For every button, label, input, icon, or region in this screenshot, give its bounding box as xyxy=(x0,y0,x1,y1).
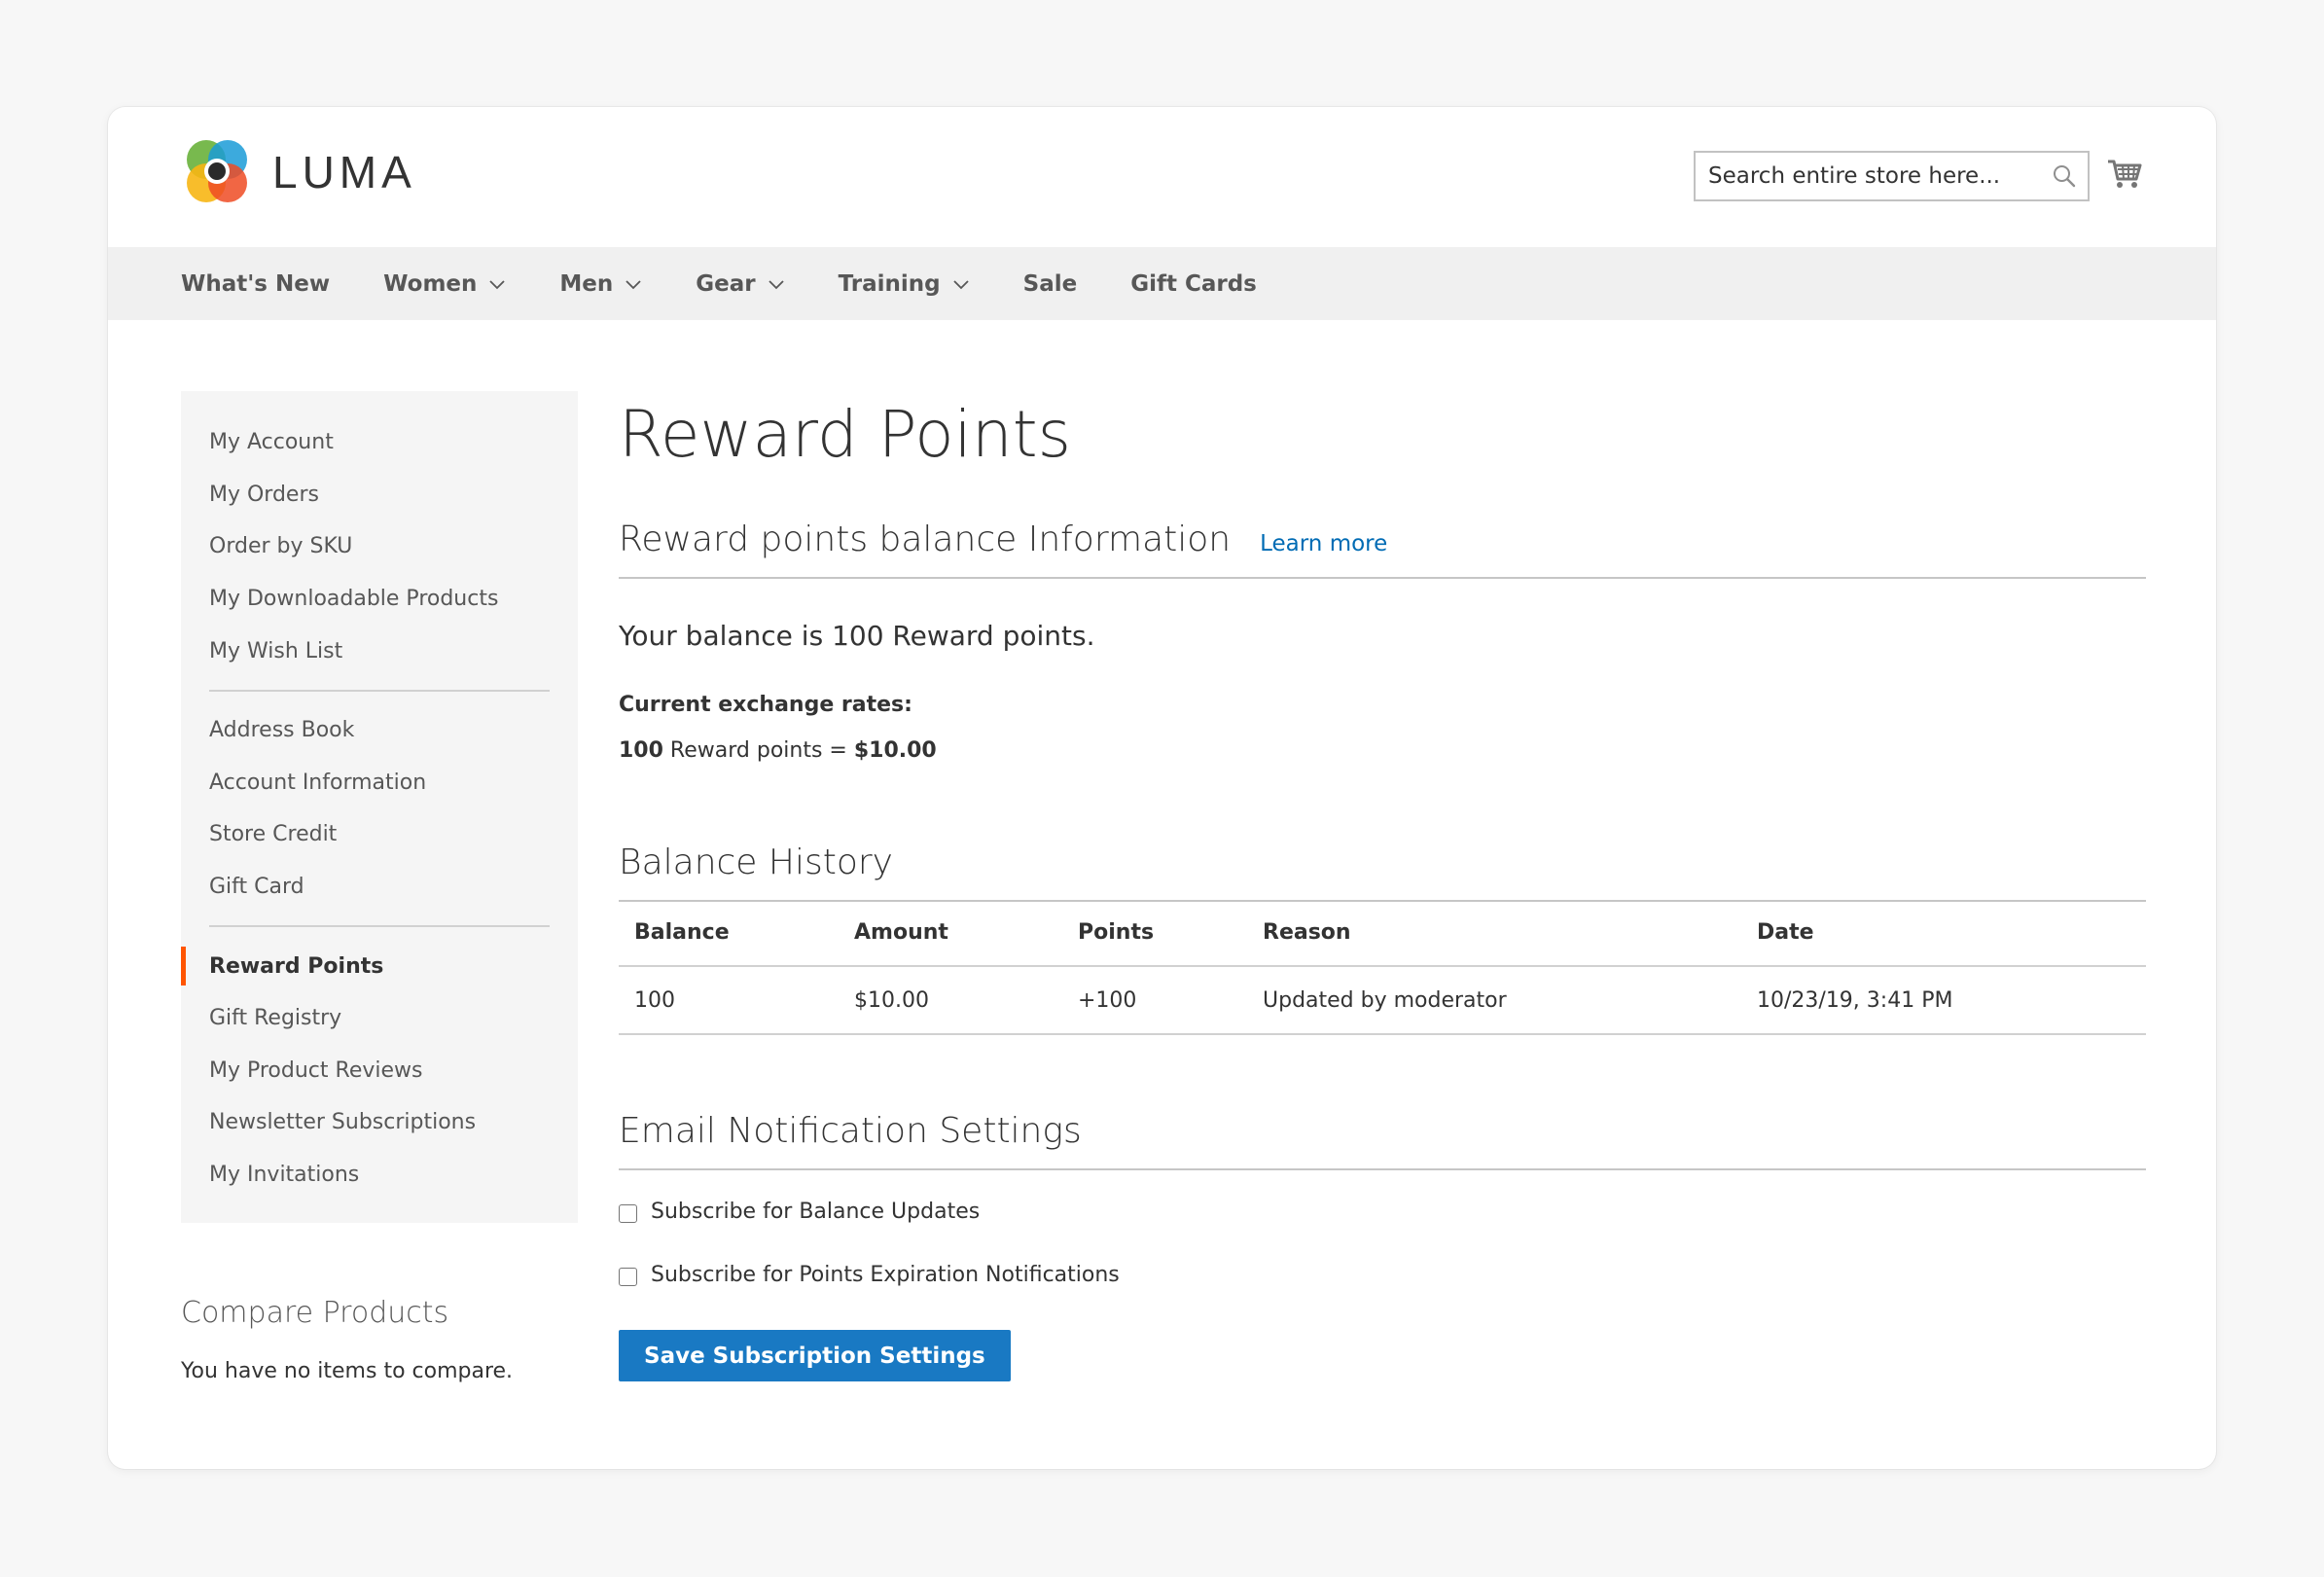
chevron-down-icon xyxy=(626,279,641,289)
balance-text: Your balance is 100 Reward points. xyxy=(619,620,1095,652)
sidebar-item-gift-registry[interactable]: Gift Registry xyxy=(181,992,578,1045)
nav-item-label: Gear xyxy=(696,270,756,297)
search-box xyxy=(1694,151,2090,201)
email-section-header: Email Notification Settings xyxy=(619,1111,2146,1170)
sidebar-item-my-orders[interactable]: My Orders xyxy=(181,469,578,521)
subscribe-checkbox[interactable] xyxy=(619,1268,637,1286)
chevron-down-icon xyxy=(952,279,969,289)
table-body: 100 $10.00 +100 Updated by moderator 10/23/1… xyxy=(619,966,2146,1035)
main-navigation: What's New Women Men Gear Training Sale Gift C… xyxy=(108,247,2216,320)
balance-section-title: Reward points balance Information xyxy=(619,520,1232,559)
search-input[interactable] xyxy=(1696,153,2045,199)
header: LUMA xyxy=(108,107,2216,247)
sidebar-item-newsletter-subscriptions[interactable]: Newsletter Subscriptions xyxy=(181,1096,578,1149)
sidebar-item-reward-points[interactable]: Reward Points xyxy=(181,940,578,992)
account-sidebar: My Account My Orders Order by SKU My Downlo… xyxy=(181,391,578,1223)
page-title: Reward Points xyxy=(619,397,1072,472)
exchange-rates-label: Current exchange rates: xyxy=(619,693,912,717)
history-section-header: Balance History xyxy=(619,842,2146,902)
table-row: 100 $10.00 +100 Updated by moderator 10/23/1… xyxy=(619,966,2146,1035)
sidebar-item-address-book[interactable]: Address Book xyxy=(181,704,578,757)
nav-item-label: Men xyxy=(559,270,614,297)
email-section-title: Email Notification Settings xyxy=(619,1111,1082,1151)
sidebar-divider xyxy=(209,689,550,692)
subscribe-checkbox-label[interactable]: Subscribe for Points Expiration Notifica… xyxy=(651,1263,1120,1287)
history-section-title: Balance History xyxy=(619,842,893,882)
email-option-row: Subscribe for Points Expiration Notifica… xyxy=(619,1263,2146,1287)
compare-empty-text: You have no items to compare. xyxy=(181,1359,514,1383)
subscribe-checkbox[interactable] xyxy=(619,1204,637,1223)
nav-item-gift-cards[interactable]: Gift Cards xyxy=(1130,271,1257,297)
table-cell-date: 10/23/19, 3:41 PM xyxy=(1741,966,2146,1035)
subscribe-checkbox-label[interactable]: Subscribe for Balance Updates xyxy=(651,1200,980,1224)
sidebar-item-my-invitations[interactable]: My Invitations xyxy=(181,1149,578,1201)
nav-item-label: Training xyxy=(838,270,941,297)
nav-item-training[interactable]: Training xyxy=(839,271,970,297)
sidebar-item-gift-card[interactable]: Gift Card xyxy=(181,861,578,914)
table-cell-points: +100 xyxy=(1062,966,1247,1035)
chevron-down-icon xyxy=(768,279,784,289)
main-content: Reward Points Reward points balance Info… xyxy=(619,391,2146,1381)
nav-item-label: Gift Cards xyxy=(1130,270,1257,297)
nav-item-label: Sale xyxy=(1022,270,1078,297)
sidebar-divider xyxy=(209,925,550,928)
nav-item-label: Women xyxy=(383,270,478,297)
learn-more-link[interactable]: Learn more xyxy=(1260,531,1387,556)
column-header-balance: Balance xyxy=(619,900,839,967)
sidebar-item-store-credit[interactable]: Store Credit xyxy=(181,808,578,861)
logo[interactable]: LUMA xyxy=(181,136,416,208)
column-header-amount: Amount xyxy=(839,900,1062,967)
nav-item-men[interactable]: Men xyxy=(559,271,642,297)
table-cell-amount: $10.00 xyxy=(839,966,1062,1035)
sidebar-item-account-information[interactable]: Account Information xyxy=(181,757,578,809)
nav-item-sale[interactable]: Sale xyxy=(1023,271,1078,297)
exchange-rate-line: 100 Reward points = $10.00 xyxy=(619,738,2146,763)
column-header-reason: Reason xyxy=(1247,900,1741,967)
table-cell-reason: Updated by moderator xyxy=(1247,966,1741,1035)
email-options: Subscribe for Balance Updates Subscribe f… xyxy=(619,1200,2146,1287)
compare-products-title: Compare Products xyxy=(181,1296,449,1330)
sidebar-item-my-wish-list[interactable]: My Wish List xyxy=(181,625,578,677)
search-icon[interactable] xyxy=(2045,157,2084,196)
table-header-row: Balance Amount Points Reason Date xyxy=(619,900,2146,967)
column-header-points: Points xyxy=(1062,900,1247,967)
cart-icon[interactable] xyxy=(2105,154,2144,193)
nav-item-gear[interactable]: Gear xyxy=(696,271,784,297)
sidebar-item-my-account[interactable]: My Account xyxy=(181,416,578,469)
save-subscription-button[interactable]: Save Subscription Settings xyxy=(619,1330,1011,1381)
sidebar-item-order-by-sku[interactable]: Order by SKU xyxy=(181,520,578,573)
email-option-row: Subscribe for Balance Updates xyxy=(619,1200,2146,1224)
rate-points: 100 xyxy=(619,738,663,763)
chevron-down-icon xyxy=(489,279,506,289)
logo-text: LUMA xyxy=(272,147,416,197)
rate-middle-text: Reward points = xyxy=(662,738,854,763)
column-header-date: Date xyxy=(1741,900,2146,967)
table-cell-balance: 100 xyxy=(619,966,839,1035)
nav-item-label: What's New xyxy=(181,270,331,297)
sidebar-item-my-downloadable-products[interactable]: My Downloadable Products xyxy=(181,573,578,626)
sidebar-item-my-product-reviews[interactable]: My Product Reviews xyxy=(181,1045,578,1097)
nav-item-women[interactable]: Women xyxy=(383,271,506,297)
luma-logo-icon xyxy=(187,140,247,202)
balance-history-table: Balance Amount Points Reason Date 100 $10.00 +… xyxy=(619,900,2146,1035)
nav-item-what-s-new[interactable]: What's New xyxy=(181,271,330,297)
balance-section-header: Reward points balance Information Learn … xyxy=(619,520,2146,579)
page-container: LUMA What's New Women Men Gear Training Sale G… xyxy=(108,107,2216,1469)
rate-value: $10.00 xyxy=(853,738,937,763)
